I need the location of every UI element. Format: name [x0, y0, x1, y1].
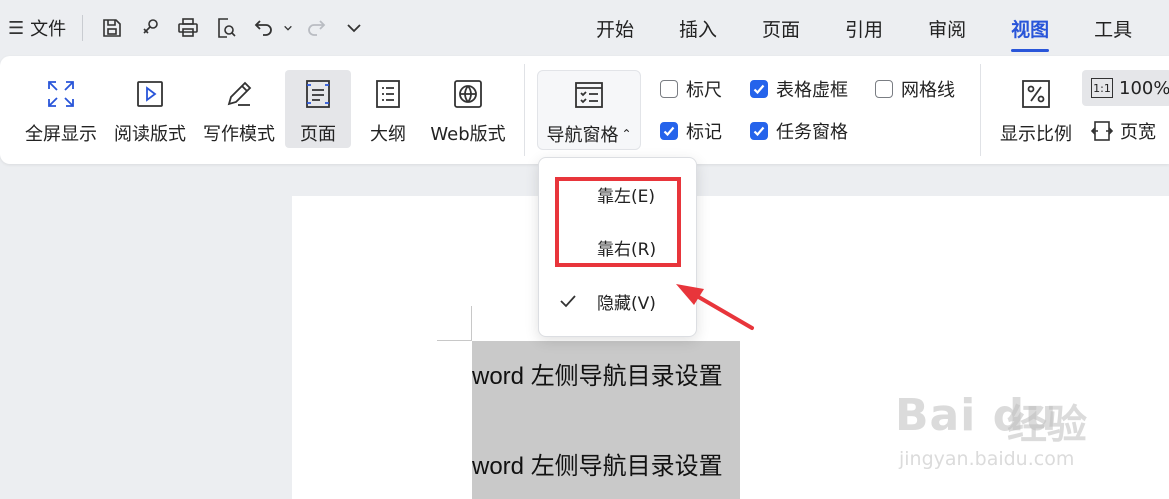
zoom-value: 100%: [1119, 77, 1169, 99]
gridlines-label: 网格线: [901, 80, 955, 101]
redo-icon[interactable]: [297, 10, 335, 46]
task-pane-checkbox[interactable]: 任务窗格: [750, 118, 848, 144]
checkbox-checked: [660, 122, 678, 140]
more-chevron-icon[interactable]: [335, 10, 373, 46]
table-gridlines-checkbox[interactable]: 表格虚框: [750, 76, 848, 102]
read-mode-label: 阅读版式: [114, 124, 186, 145]
link-icon[interactable]: [131, 10, 169, 46]
crop-mark: [471, 306, 472, 341]
outline-icon: [372, 74, 404, 114]
print-preview-icon[interactable]: [207, 10, 245, 46]
marks-label: 标记: [686, 122, 722, 143]
pen-icon: [223, 74, 255, 114]
zoom-ratio-label: 显示比例: [1000, 124, 1072, 145]
checkbox-unchecked: [660, 80, 678, 98]
read-mode-button[interactable]: 阅读版式: [108, 70, 192, 148]
page-width-button[interactable]: 页宽: [1090, 118, 1156, 144]
check-icon: [560, 295, 576, 308]
tab-references[interactable]: 引用: [845, 15, 883, 42]
globe-icon: [452, 74, 484, 114]
tab-page[interactable]: 页面: [762, 15, 800, 42]
nav-pane-label: 导航窗格 ⌃: [546, 125, 632, 146]
writing-mode-button[interactable]: 写作模式: [198, 70, 280, 148]
fullscreen-button[interactable]: 全屏显示: [20, 70, 102, 148]
table-gridlines-label: 表格虚框: [776, 80, 848, 101]
menu-item-hide[interactable]: 隐藏(V): [539, 281, 696, 321]
ribbon-tabs: 开始 插入 页面 引用 审阅 视图 工具: [596, 0, 1132, 56]
zoom-100-button[interactable]: 1:1 100%: [1082, 70, 1169, 106]
watermark-url: jingyan.baidu.com: [899, 448, 1075, 470]
tab-review[interactable]: 审阅: [928, 15, 966, 42]
gridlines-checkbox[interactable]: 网格线: [875, 76, 955, 102]
fullscreen-label: 全屏显示: [25, 124, 97, 145]
quick-access-bar: ☰ 文件: [0, 0, 373, 56]
baidu-jingyan-watermark: Bai du 经验 jingyan.baidu.com: [895, 370, 1155, 480]
watermark-title: 经验: [1007, 402, 1087, 448]
undo-dropdown-icon[interactable]: [283, 10, 297, 46]
page-view-label: 页面: [300, 124, 336, 145]
divider: [82, 15, 84, 41]
crop-mark: [437, 340, 472, 341]
percent-icon: [1020, 74, 1052, 114]
checkbox-checked: [750, 122, 768, 140]
marks-checkbox[interactable]: 标记: [660, 118, 722, 144]
page-view-button[interactable]: 页面: [285, 70, 351, 148]
view-ribbon: 全屏显示 阅读版式 写作模式 页面 大纲 Web版式 导航窗格 ⌃ 标尺 表格虚…: [0, 56, 1169, 164]
outline-button[interactable]: 大纲: [360, 70, 416, 148]
nav-pane-button[interactable]: 导航窗格 ⌃: [537, 70, 641, 150]
tab-tools[interactable]: 工具: [1094, 15, 1132, 42]
undo-icon[interactable]: [245, 10, 283, 46]
ruler-checkbox[interactable]: 标尺: [660, 76, 722, 102]
checkbox-checked: [750, 80, 768, 98]
divider: [524, 64, 525, 156]
nav-pane-icon: [573, 75, 605, 115]
ruler-label: 标尺: [686, 80, 722, 101]
page-width-icon: [1090, 121, 1114, 141]
save-icon[interactable]: [93, 10, 131, 46]
web-layout-button[interactable]: Web版式: [426, 70, 510, 148]
zoom-ratio-button[interactable]: 显示比例: [996, 70, 1076, 148]
caret-up-icon: ⌃: [621, 127, 632, 141]
print-icon[interactable]: [169, 10, 207, 46]
task-pane-label: 任务窗格: [776, 122, 848, 143]
actual-size-icon: 1:1: [1091, 78, 1113, 98]
page-width-label: 页宽: [1120, 122, 1156, 143]
page-view-icon: [302, 74, 334, 114]
title-bar: ☰ 文件 开始 插入 页面 引用 审阅 视图 工具: [0, 0, 1169, 56]
menu-item-label: 隐藏(V): [597, 293, 656, 314]
outline-label: 大纲: [370, 124, 406, 145]
fullscreen-icon: [45, 74, 77, 114]
tab-insert[interactable]: 插入: [679, 15, 717, 42]
writing-mode-label: 写作模式: [203, 124, 275, 145]
checkbox-unchecked: [875, 80, 893, 98]
document-text-line[interactable]: word 左侧导航目录设置: [472, 446, 723, 481]
read-mode-icon: [134, 74, 166, 114]
file-menu-button[interactable]: 文件: [30, 15, 66, 41]
web-layout-label: Web版式: [430, 124, 506, 145]
tab-view[interactable]: 视图: [1011, 15, 1050, 52]
document-text-line[interactable]: word 左侧导航目录设置: [472, 356, 723, 391]
hamburger-menu-icon[interactable]: ☰: [8, 18, 24, 39]
tab-home[interactable]: 开始: [596, 15, 634, 42]
divider: [980, 64, 981, 156]
highlight-box: [555, 177, 681, 267]
